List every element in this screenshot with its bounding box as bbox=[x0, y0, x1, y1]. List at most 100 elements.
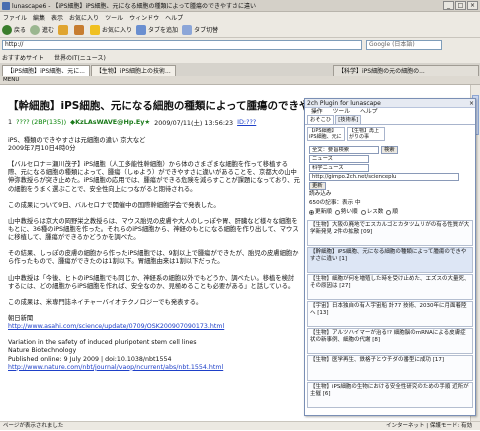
body-paragraph: その結果、しっぽの皮膚の細胞から作ったiPS細胞では、9割以上で腫瘍ができたが、… bbox=[8, 250, 299, 266]
bookmark-recommended[interactable]: おすすめサイト bbox=[2, 53, 44, 62]
panel-form: 全文：要旨検索 検索 ニュース 科学ニュース http://gimpo.2ch.… bbox=[305, 143, 475, 219]
tab-list-button[interactable]: タブ切替 bbox=[182, 24, 219, 35]
back-arrow-icon bbox=[2, 24, 12, 35]
radio-update[interactable] bbox=[309, 210, 314, 215]
category-select-2[interactable]: 科学ニュース bbox=[309, 163, 369, 172]
poster-name: ◆KzLAsWAVE@Hp.Ey★ bbox=[70, 118, 151, 126]
home-button[interactable] bbox=[74, 24, 86, 35]
body-line: 2009年7月10日4時0分 bbox=[8, 145, 76, 153]
thread-list: 【生物】大阪の廃地でエスカルゴとカタツムリがの有る性質が大学新発見 2件の拡散 … bbox=[305, 220, 475, 408]
status-bar: ページが表示されました インターネット | 保護モード: 有効 bbox=[0, 421, 480, 430]
radio-order[interactable] bbox=[386, 210, 392, 215]
forward-label: 進む bbox=[42, 27, 55, 34]
plugin-panel: 2ch Plugin for lunascape × 操作 ツール ヘルプ おそ… bbox=[304, 98, 476, 416]
panel-subtab-1[interactable]: 【iPS細胞】iPS細胞、元に bbox=[307, 127, 345, 141]
tab-ips-article[interactable]: 【iPS細胞】iPS細胞、元に... bbox=[2, 65, 90, 76]
post-date: 2009/07/11(土) 13:56:23 bbox=[154, 119, 234, 127]
body-paragraph: この成果は、米専門誌ネイチャーバイオテクノロジーでも発表する。 bbox=[8, 298, 203, 306]
tab-biology[interactable]: 【生物】iPS細胞上の技術... bbox=[90, 65, 176, 76]
tab-bar: 【iPS細胞】iPS細胞、元に... 【生物】iPS細胞上の技術... 【科学】… bbox=[0, 63, 480, 76]
tab-list-label: タブ切替 bbox=[194, 27, 219, 34]
search-input[interactable]: Google (日本語) bbox=[366, 40, 442, 50]
minimize-button[interactable]: _ bbox=[443, 1, 454, 10]
favorites-label: お気に入り bbox=[102, 27, 133, 34]
update-button[interactable]: 更新 bbox=[309, 181, 326, 190]
address-input[interactable]: http:// bbox=[2, 40, 362, 50]
toolbar: 戻る 進む お気に入り タブを追加 タブ切替 bbox=[0, 22, 480, 38]
bookmarks-bar: おすすめサイト 世界のIT(ニュース) bbox=[0, 52, 480, 63]
publication-info: Published online: 9 July 2009 | doi:10.1… bbox=[8, 355, 172, 363]
body-paragraph: この成果について9日、バルセロナで開催中の国際幹細胞学会で発表した。 bbox=[8, 201, 220, 209]
star-icon bbox=[90, 24, 101, 35]
forward-button[interactable]: 進む bbox=[30, 24, 55, 35]
list-item[interactable]: 【生物】細胞が何を増殖した時を受け止めた、エズスの大量死、その原因は [27] bbox=[307, 274, 473, 300]
board-search-button[interactable]: 検索 bbox=[381, 145, 398, 154]
tab-list-icon bbox=[182, 24, 193, 35]
panel-subtabs: 【iPS細胞】iPS細胞、元に 【生物】再上がりの事 bbox=[305, 125, 475, 143]
panel-tab-1[interactable]: おそこひ bbox=[307, 115, 335, 124]
sort-radio-group: 更新順 勢い順 レス数 順 bbox=[309, 208, 471, 217]
panel-close-icon[interactable]: × bbox=[469, 99, 474, 108]
body-line: iPS、種類のできやすさは元細胞の違い 京大など bbox=[8, 137, 146, 144]
count-label: 650の記事：表示 中 bbox=[309, 200, 361, 206]
source-link[interactable]: http://www.asahi.com/science/update/0709… bbox=[8, 323, 224, 330]
menu-favorites[interactable]: お気に入り bbox=[69, 13, 99, 22]
body-paragraph: 【バルセロナ＝瀬川茂子】iPS細胞（人工多能性幹細胞）から体のさまざまな細胞を作… bbox=[8, 161, 300, 193]
list-item[interactable]: 【生物】アルツハイマーが治る!? 細胞脳のmRNAによる皮膚症状の新事例、細胞の… bbox=[307, 328, 473, 354]
home-icon bbox=[74, 24, 85, 35]
paper-link[interactable]: http://www.nature.com/nbt/journal/vaop/n… bbox=[8, 364, 223, 371]
back-button[interactable]: 戻る bbox=[2, 24, 27, 35]
tab-add-button[interactable]: タブを追加 bbox=[136, 24, 179, 35]
menu-view[interactable]: 表示 bbox=[51, 13, 63, 22]
app-icon bbox=[2, 1, 10, 10]
tab-science[interactable]: 【科学】iPS細胞の元の細胞の... bbox=[333, 65, 479, 76]
back-label: 戻る bbox=[14, 27, 27, 34]
menu-file[interactable]: ファイル bbox=[3, 13, 27, 22]
address-bar: http:// Google (日本語) bbox=[0, 38, 480, 52]
post-number[interactable]: 1 bbox=[8, 118, 12, 127]
close-button[interactable]: × bbox=[467, 1, 478, 10]
info-strip: MENU bbox=[0, 76, 480, 85]
post-id: ???? (2BP(135)) bbox=[16, 118, 67, 126]
category-select-1[interactable]: ニュース bbox=[309, 154, 369, 163]
radio-momentum[interactable] bbox=[334, 210, 340, 215]
panel-subtab-2[interactable]: 【生物】再上がりの事 bbox=[347, 127, 385, 141]
maximize-button[interactable]: □ bbox=[455, 1, 466, 10]
list-item[interactable]: 【宇宙】日本独自の有人宇宙船 計77 技術、2030年に月面着陸へ [13] bbox=[307, 301, 473, 327]
menu-help[interactable]: ヘルプ bbox=[165, 13, 183, 22]
panel-tabs: おそこひ [技術系] bbox=[305, 115, 475, 125]
list-item[interactable]: 【生物】医学再生、鉄格子とウチダの番型に成功 [17] bbox=[307, 355, 473, 381]
tab-add-label: タブを追加 bbox=[148, 27, 179, 34]
menu-edit[interactable]: 編集 bbox=[33, 13, 45, 22]
menu-tools[interactable]: ツール bbox=[105, 13, 123, 22]
board-url-input[interactable]: http://gimpo.2ch.net/scienceplu bbox=[309, 172, 459, 181]
post-header: 1 ???? (2BP(135)) ◆KzLAsWAVE@Hp.Ey★ 2009… bbox=[8, 118, 256, 127]
body-paragraph: 山中教授らは京大の岡野栄之教授らは、マウス胎児の皮膚や大人のしっぽや胃、肝臓など… bbox=[8, 217, 299, 242]
body-paragraph: 山中教授は「今後、ヒトのiPS細胞でも同じか、神経系の細胞以外でもどうか、調べた… bbox=[8, 274, 295, 290]
favorites-button[interactable]: お気に入り bbox=[90, 24, 133, 35]
forward-arrow-icon bbox=[30, 24, 41, 35]
bookmark-it-news[interactable]: 世界のIT(ニュース) bbox=[54, 53, 106, 62]
article-body: iPS、種類のできやすさは元細胞の違い 京大など 2009年7月10日4時0分 … bbox=[8, 137, 300, 372]
reload-button[interactable] bbox=[58, 24, 70, 35]
menu-window[interactable]: ウィンドウ bbox=[129, 13, 159, 22]
panel-menu-help[interactable]: ヘルプ bbox=[360, 108, 377, 116]
reload-icon bbox=[58, 24, 69, 35]
status-right: インターネット | 保護モード: 有効 bbox=[386, 423, 472, 429]
panel-title: 2ch Plugin for lunascape bbox=[305, 99, 475, 108]
post-ref-link[interactable]: ID:??? bbox=[237, 118, 256, 127]
list-item[interactable]: 【幹細胞】iPS細胞、元になる細胞の種類によって腫瘍のできやすさに違い [1] bbox=[307, 247, 473, 273]
interval-label: 読み込み bbox=[309, 191, 332, 197]
window-titlebar: lunascape6 - 【iPS細胞】iPS細胞、元になる細胞の種類によって腫… bbox=[0, 0, 480, 12]
panel-tab-2[interactable]: [技術系] bbox=[335, 115, 362, 124]
paper-title: Variation in the safety of induced pluri… bbox=[8, 339, 197, 347]
source-name: 朝日新聞 bbox=[8, 315, 34, 323]
list-item[interactable]: 【生物】iPS細胞の生物における安全性研究のための手順 近所が主催 [6] bbox=[307, 382, 473, 408]
menubar: ファイル 編集 表示 お気に入り ツール ウィンドウ ヘルプ bbox=[0, 12, 480, 22]
board-search-input[interactable]: 全文：要旨検索 bbox=[309, 145, 379, 154]
status-left: ページが表示されました bbox=[3, 423, 64, 429]
radio-res-count[interactable] bbox=[360, 210, 366, 215]
tab-add-icon bbox=[136, 24, 147, 35]
list-item[interactable]: 【生物】大阪の廃地でエスカルゴとカタツムリがの有る性質が大学新発見 2件の拡散 … bbox=[307, 220, 473, 246]
window-title: lunascape6 - 【iPS細胞】iPS細胞、元になる細胞の種類によって腫… bbox=[12, 3, 257, 10]
